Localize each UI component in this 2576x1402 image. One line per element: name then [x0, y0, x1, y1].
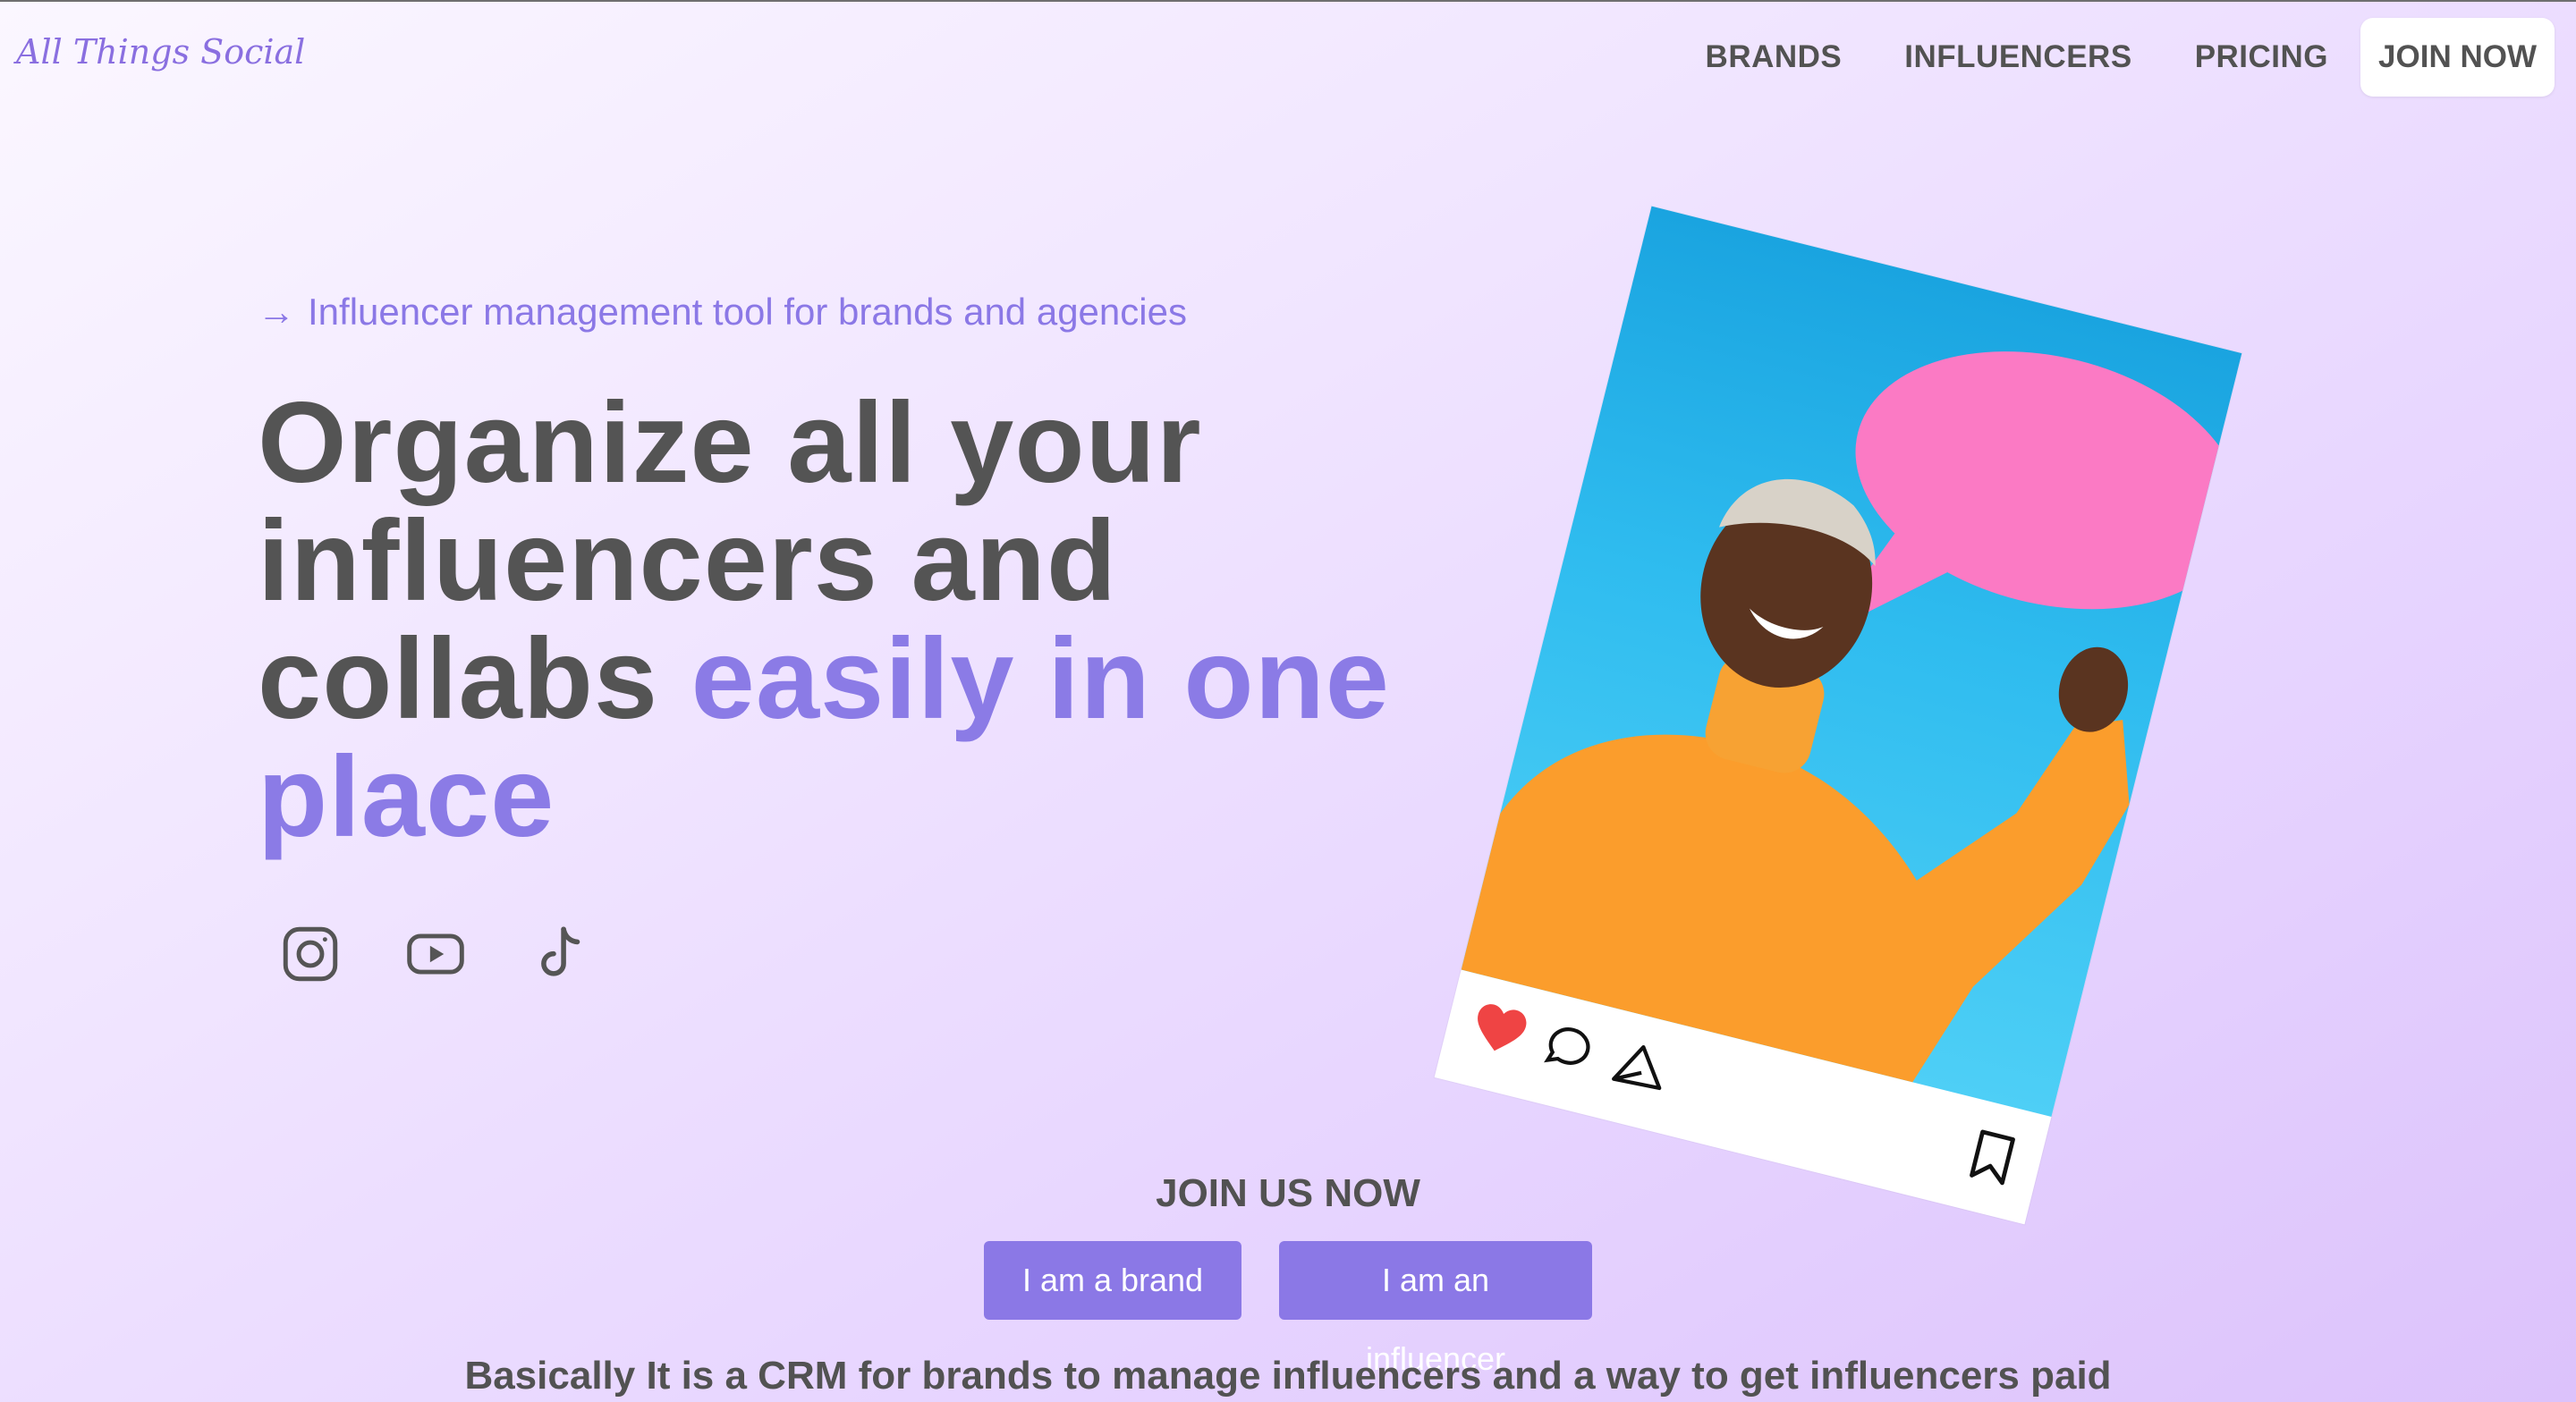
logo[interactable]: All Things Social — [16, 32, 305, 72]
arrow-right-icon: → — [258, 291, 295, 333]
instagram-post-card — [1434, 206, 2242, 1225]
join-now-button[interactable]: JOIN NOW — [2360, 18, 2555, 97]
influencer-signup-button[interactable]: I am an influencer — [1279, 1241, 1592, 1377]
comment-icon[interactable] — [1538, 1018, 1599, 1078]
tagline-text: Influencer management tool for brands an… — [308, 291, 1187, 333]
join-buttons: I am a brand I am an influencer — [0, 1241, 2576, 1377]
top-border — [0, 0, 2576, 2]
nav-pricing[interactable]: PRICING — [2195, 39, 2328, 75]
social-icons — [277, 921, 653, 987]
main-nav: BRANDS INFLUENCERS PRICING JOIN NOW — [1643, 18, 2555, 97]
nav-brands[interactable]: BRANDS — [1706, 39, 1843, 75]
hero-tagline: → Influencer management tool for brands a… — [258, 291, 1187, 334]
instagram-icon[interactable] — [277, 921, 343, 987]
brand-signup-button[interactable]: I am a brand — [984, 1241, 1241, 1320]
post-illustration — [1461, 351, 2242, 1083]
youtube-icon[interactable] — [402, 921, 469, 987]
post-image — [1461, 206, 2242, 1118]
share-icon[interactable] — [1608, 1037, 1674, 1095]
tiktok-icon[interactable] — [528, 921, 594, 987]
speech-bubble — [1821, 351, 2242, 636]
heart-icon[interactable] — [1468, 999, 1532, 1060]
hero-headline: Organize all your influencers and collab… — [258, 384, 1465, 857]
summary-text: Basically It is a CRM for brands to mana… — [464, 1354, 2112, 1398]
nav-influencers[interactable]: INFLUENCERS — [1904, 39, 2131, 75]
join-us-title: JOIN US NOW — [1156, 1171, 1420, 1215]
